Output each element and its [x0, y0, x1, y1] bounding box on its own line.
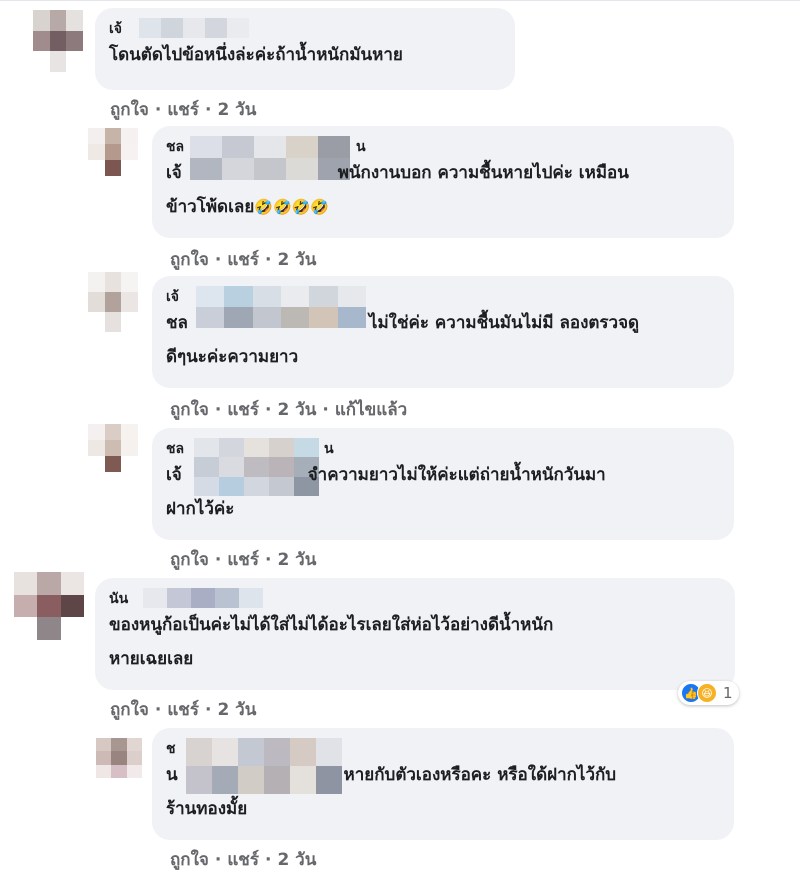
- like-link[interactable]: ถูกใจ: [110, 700, 149, 720]
- like-link[interactable]: ถูกใจ: [170, 850, 209, 870]
- separator-dot: ·: [214, 550, 222, 570]
- comment-time[interactable]: 2 วัน: [277, 550, 316, 570]
- comment-time[interactable]: 2 วัน: [277, 250, 316, 270]
- share-link[interactable]: แชร์: [227, 850, 259, 870]
- avatar[interactable]: [88, 272, 138, 332]
- like-link[interactable]: ถูกใจ: [170, 250, 209, 270]
- rofl-emoji: 🤣🤣🤣🤣: [254, 198, 329, 216]
- comment-actions: ถูกใจ · แชร์ · 2 วัน: [170, 546, 316, 573]
- reaction-summary[interactable]: 👍 😆 1: [678, 681, 739, 705]
- comment-actions: ถูกใจ · แชร์ · 2 วัน: [170, 846, 316, 873]
- like-link[interactable]: ถูกใจ: [170, 550, 209, 570]
- comment-bubble: เจ้ โดนตัดไปข้อหนึ่งล่ะค่ะถ้าน้ำหนักมันห…: [95, 8, 515, 90]
- comment-text: เจ้ พนักงานบอก ความชื้นหายไปค่ะ เหมือน ข…: [166, 163, 629, 217]
- separator-dot: ·: [264, 250, 272, 270]
- like-link[interactable]: ถูกใจ: [110, 100, 149, 120]
- comment-text: เจ้ จำความยาวไม่ให้ค่ะแต่ถ่ายน้ำหนักวันม…: [166, 465, 606, 519]
- comment-author[interactable]: ชล น: [166, 136, 720, 180]
- comment-actions: ถูกใจ · แชร์ · 2 วัน: [110, 696, 256, 723]
- comment-author[interactable]: ช: [166, 738, 720, 794]
- reply-bubble: ชล น เจ้ จำความยาวไม่ให้ค่ะแต่ถ่ายน้ำหนั…: [152, 428, 734, 540]
- separator-dot: ·: [214, 400, 222, 420]
- separator-dot: ·: [322, 400, 329, 420]
- comment-time[interactable]: 2 วัน: [217, 100, 256, 120]
- share-link[interactable]: แชร์: [227, 550, 259, 570]
- comment-author[interactable]: เจ้: [166, 286, 720, 328]
- avatar[interactable]: [14, 572, 84, 640]
- comment-actions: ถูกใจ · แชร์ · 2 วัน: [170, 246, 316, 273]
- share-link[interactable]: แชร์: [167, 700, 199, 720]
- comment-text: โดนตัดไปข้อหนึ่งล่ะค่ะถ้าน้ำหนักมันหาย: [109, 45, 403, 65]
- separator-dot: ·: [154, 700, 162, 720]
- separator-dot: ·: [264, 550, 272, 570]
- comment-author[interactable]: ชล น: [166, 438, 720, 496]
- separator-dot: ·: [204, 700, 212, 720]
- avatar[interactable]: [96, 738, 142, 778]
- reply-bubble: ชล น เจ้ พนักงานบอก ความชื้นหายไปค่ะ เหม…: [152, 126, 734, 238]
- share-link[interactable]: แชร์: [167, 100, 199, 120]
- comment-actions: ถูกใจ · แชร์ · 2 วัน: [110, 96, 256, 123]
- blurred-name: [143, 588, 263, 608]
- like-link[interactable]: ถูกใจ: [170, 400, 209, 420]
- comment-text: ชล ไม่ใช่ค่ะ ความชื้นมันไม่มี ลองตรวจดู …: [166, 313, 640, 367]
- avatar[interactable]: [33, 10, 83, 72]
- top-divider: [0, 0, 800, 1]
- share-link[interactable]: แชร์: [227, 400, 259, 420]
- blurred-name: [139, 18, 249, 38]
- edited-label[interactable]: แก้ไขแล้ว: [335, 400, 407, 420]
- reaction-count: 1: [723, 684, 733, 702]
- reply-bubble: ช น หายกับตัวเองหรือคะ หรือใด้ฝากไว้กับ …: [152, 728, 734, 840]
- share-link[interactable]: แชร์: [227, 250, 259, 270]
- haha-icon: 😆: [697, 683, 717, 703]
- comment-time[interactable]: 2 วัน: [277, 850, 316, 870]
- avatar[interactable]: [88, 128, 138, 176]
- comment-time[interactable]: 2 วัน: [217, 700, 256, 720]
- comment-bubble: นัน ของหนูก้อเป็นค่ะไม่ได้ใส่ไม่ได้อะไรเ…: [95, 578, 735, 690]
- comment-text: น หายกับตัวเองหรือคะ หรือใด้ฝากไว้กับ ร้…: [166, 765, 617, 819]
- separator-dot: ·: [154, 100, 162, 120]
- separator-dot: ·: [204, 100, 212, 120]
- comment-text: ของหนูก้อเป็นค่ะไม่ได้ใส่ไม่ได้อะไรเลยใส…: [109, 615, 554, 669]
- separator-dot: ·: [264, 850, 272, 870]
- comment-time[interactable]: 2 วัน: [277, 400, 316, 420]
- separator-dot: ·: [264, 400, 272, 420]
- reply-bubble: เจ้ ชล ไม่ใช่ค่ะ ความชื้นมันไม่มี ลองตรว…: [152, 276, 734, 388]
- separator-dot: ·: [214, 850, 222, 870]
- comment-author[interactable]: เจ้: [109, 18, 501, 38]
- separator-dot: ·: [214, 250, 222, 270]
- comment-actions: ถูกใจ · แชร์ · 2 วัน · แก้ไขแล้ว: [170, 396, 407, 423]
- avatar[interactable]: [88, 424, 138, 472]
- comment-author[interactable]: นัน: [109, 588, 721, 608]
